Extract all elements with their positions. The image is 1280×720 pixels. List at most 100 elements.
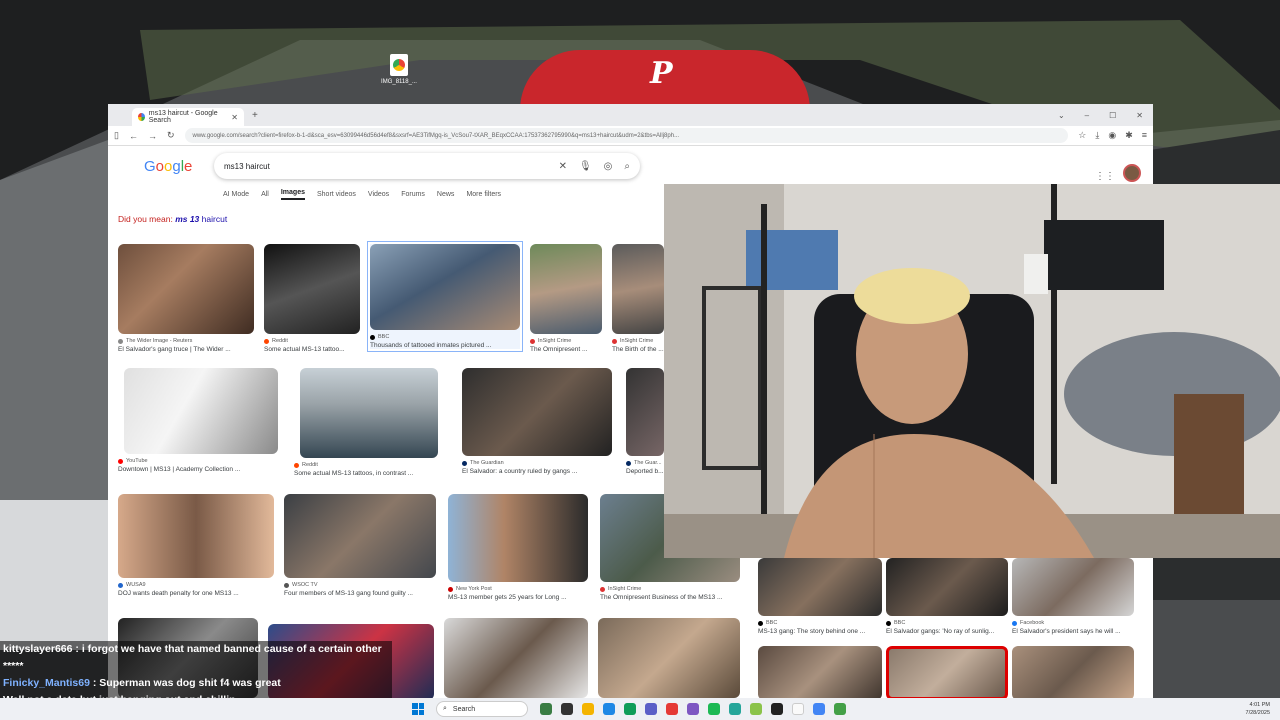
obs-icon[interactable] xyxy=(771,703,783,715)
result-caption: MS-13 gang: The story behind one ... xyxy=(758,628,866,635)
result-caption: Four members of MS-13 gang found guilty … xyxy=(284,590,413,597)
result-source: InSight Crime xyxy=(612,338,664,344)
suggested-query-bold[interactable]: ms 13 xyxy=(175,214,199,224)
result-caption: DOJ wants death penalty for one MS13 ... xyxy=(118,590,239,597)
address-bar[interactable]: www.google.com/search?client=firefox-b-1… xyxy=(184,128,1069,143)
teams-icon[interactable] xyxy=(645,703,657,715)
suggested-query-rest[interactable]: haircut xyxy=(202,214,228,224)
result-caption: El Salvador: a country ruled by gangs ..… xyxy=(462,468,578,475)
edge-icon[interactable] xyxy=(603,703,615,715)
result-caption: El Salvador's gang truce | The Wider ... xyxy=(118,346,231,353)
search-icon[interactable]: ⌕ xyxy=(624,161,630,172)
result-caption: El Salvador's president says he will ... xyxy=(1012,628,1121,635)
lens-icon[interactable]: ◎ xyxy=(604,161,613,172)
image-result[interactable]: WSOC TV Four members of MS-13 gang found… xyxy=(284,494,436,597)
new-tab-icon[interactable]: + xyxy=(252,110,258,121)
tab-title: ms13 haircut - Google Search xyxy=(148,110,218,124)
result-source: BBC xyxy=(758,620,882,626)
image-result[interactable] xyxy=(444,618,588,698)
opera-icon[interactable] xyxy=(666,703,678,715)
image-result[interactable]: The Guardian El Salvador: a country rule… xyxy=(462,368,612,475)
avatar[interactable] xyxy=(1123,164,1141,182)
reload-icon[interactable]: ↻ xyxy=(167,130,175,141)
taskbar: ⌕ Search 4:01 PM 7/28/2025 xyxy=(0,698,1280,720)
result-thumbnail xyxy=(444,618,588,698)
result-thumbnail xyxy=(530,244,602,334)
search-box[interactable]: ms13 haircut ✕ 🎙 ◎ ⌕ xyxy=(214,153,640,179)
clear-icon[interactable]: ✕ xyxy=(559,161,567,172)
tab-videos[interactable]: Videos xyxy=(368,191,389,198)
tab-close-icon[interactable]: ✕ xyxy=(231,113,238,122)
file-explorer-icon[interactable] xyxy=(582,703,594,715)
close-window-icon[interactable]: ✕ xyxy=(1136,111,1143,120)
desktop-file-icon[interactable]: IMG_8118_... xyxy=(378,54,420,85)
account-icon[interactable]: ◉ xyxy=(1108,130,1116,141)
image-result[interactable]: BBC El Salvador gangs: 'No ray of sunlig… xyxy=(886,558,1008,635)
start-icon[interactable] xyxy=(412,703,424,715)
image-result[interactable]: Reddit Some actual MS-13 tattoo... xyxy=(264,244,360,353)
app-icon[interactable] xyxy=(750,703,762,715)
spotify-icon[interactable] xyxy=(708,703,720,715)
result-thumbnail xyxy=(1012,646,1134,700)
image-result[interactable]: InSight Crime The Omnipresent ... xyxy=(530,244,602,353)
tab-short-videos[interactable]: Short videos xyxy=(317,191,356,198)
task-view-icon[interactable] xyxy=(561,703,573,715)
clock-time: 4:01 PM xyxy=(1249,702,1270,708)
image-result[interactable]: InSight Crime The Birth of the ... xyxy=(612,244,664,353)
back-icon[interactable]: ← xyxy=(129,131,138,141)
image-result[interactable] xyxy=(598,618,740,698)
sidebar-icon[interactable]: ▯ xyxy=(114,130,119,141)
image-result[interactable]: The Guar... Deported b... xyxy=(626,368,664,475)
tab-list-icon[interactable]: ⌄ xyxy=(1058,111,1065,120)
google-logo[interactable]: Google xyxy=(144,158,214,175)
forward-icon[interactable]: → xyxy=(148,131,157,141)
image-result[interactable]: Reddit Some actual MS-13 tattoos, in con… xyxy=(294,368,444,477)
minimize-icon[interactable]: – xyxy=(1085,111,1089,120)
download-icon[interactable]: ⤓ xyxy=(1095,130,1099,141)
notepad-icon[interactable] xyxy=(792,703,804,715)
taskbar-search[interactable]: ⌕ Search xyxy=(436,701,528,717)
tab-news[interactable]: News xyxy=(437,191,455,198)
image-result[interactable]: Facebook El Salvador's president says he… xyxy=(1012,558,1134,635)
image-result[interactable] xyxy=(886,646,1008,700)
microphone-icon[interactable]: 🎙 xyxy=(579,161,592,172)
result-thumbnail xyxy=(284,494,436,578)
app-icon[interactable] xyxy=(729,703,741,715)
store-icon[interactable] xyxy=(624,703,636,715)
tab-ai-mode[interactable]: AI Mode xyxy=(223,191,249,198)
app-icon[interactable] xyxy=(834,703,846,715)
widget-icon[interactable] xyxy=(540,703,552,715)
image-result-selected[interactable]: BBC Thousands of tattooed inmates pictur… xyxy=(367,241,523,352)
tab-forums[interactable]: Forums xyxy=(401,191,425,198)
image-file-icon xyxy=(390,54,408,76)
apps-grid-icon[interactable]: ⋮⋮ xyxy=(1095,171,1115,182)
image-result[interactable]: WUSA9 DOJ wants death penalty for one MS… xyxy=(118,494,274,597)
discord-icon[interactable] xyxy=(687,703,699,715)
image-result[interactable]: The Wider Image - Reuters El Salvador's … xyxy=(118,244,254,353)
extensions-icon[interactable]: ✱ xyxy=(1125,130,1133,141)
maximize-icon[interactable]: ☐ xyxy=(1109,111,1116,120)
star-icon[interactable]: ☆ xyxy=(1078,130,1086,141)
browser-tab[interactable]: ms13 haircut - Google Search ✕ xyxy=(132,108,244,126)
result-thumbnail xyxy=(448,494,588,582)
result-thumbnail xyxy=(462,368,612,456)
chat-username: kittyslayer666 xyxy=(3,643,73,655)
chrome-icon[interactable] xyxy=(813,703,825,715)
search-input[interactable]: ms13 haircut xyxy=(224,162,270,171)
result-source: The Guar... xyxy=(626,460,664,466)
image-result[interactable] xyxy=(1012,646,1134,700)
chat-text: Superman was dog shit f4 was great xyxy=(99,677,281,689)
image-result[interactable]: New York Post MS-13 member gets 25 years… xyxy=(448,494,588,601)
menu-icon[interactable]: ≡ xyxy=(1142,130,1147,141)
image-result[interactable]: BBC MS-13 gang: The story behind one ... xyxy=(758,558,882,635)
nav-toolbar: ▯ ← → ↻ www.google.com/search?client=fir… xyxy=(108,126,1153,146)
tab-more-filters[interactable]: More filters xyxy=(466,191,501,198)
result-caption: Some actual MS-13 tattoo... xyxy=(264,346,345,353)
taskbar-clock[interactable]: 4:01 PM 7/28/2025 xyxy=(1246,701,1270,717)
tab-images[interactable]: Images xyxy=(280,189,305,200)
tab-all[interactable]: All xyxy=(261,191,269,198)
image-result[interactable]: YouTube Downtown | MS13 | Academy Collec… xyxy=(118,368,284,473)
result-source: WSOC TV xyxy=(284,582,436,588)
result-caption: The Omnipresent ... xyxy=(530,346,588,353)
image-result[interactable] xyxy=(758,646,882,700)
